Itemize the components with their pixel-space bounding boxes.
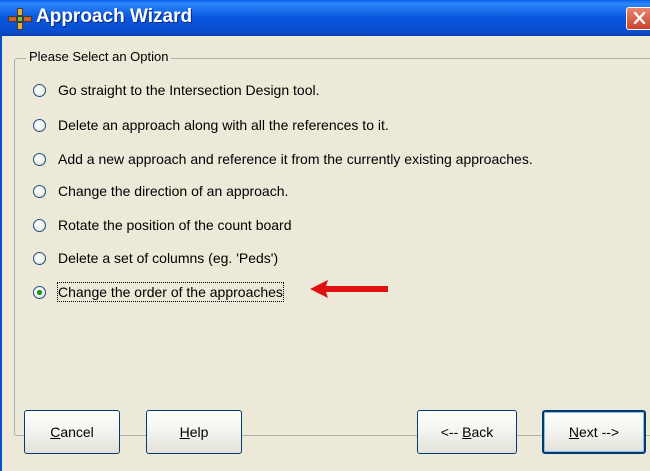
approach-wizard-window: Approach Wizard Please Select an Option …: [0, 0, 650, 471]
next-button[interactable]: Next -->: [542, 410, 646, 454]
radio-button[interactable]: [33, 185, 46, 198]
option-label: Change the direction of an approach.: [58, 183, 289, 199]
help-button[interactable]: Help: [146, 410, 242, 454]
cancel-button[interactable]: Cancel: [24, 410, 120, 454]
intersection-app-icon: [8, 8, 32, 30]
radio-button[interactable]: [33, 153, 46, 166]
option-label: Delete a set of columns (eg. 'Peds'): [58, 250, 279, 266]
radio-button[interactable]: [33, 84, 46, 97]
red-arrow-icon: [310, 280, 388, 298]
radio-button[interactable]: [33, 219, 46, 232]
groupbox-legend: Please Select an Option: [26, 49, 172, 64]
wizard-body: Please Select an Option Go straight to t…: [0, 36, 650, 471]
option-label: Delete an approach along with all the re…: [58, 117, 389, 133]
radio-button[interactable]: [33, 119, 46, 132]
option-label: Add a new approach and reference it from…: [58, 151, 533, 167]
back-button[interactable]: <-- Back: [417, 410, 517, 454]
title-bar[interactable]: Approach Wizard: [0, 0, 650, 36]
close-button[interactable]: [626, 7, 650, 30]
option-label: Change the order of the approaches: [57, 282, 284, 302]
window-title: Approach Wizard: [36, 6, 193, 27]
option-label: Rotate the position of the count board: [58, 217, 292, 233]
option-label: Go straight to the Intersection Design t…: [58, 82, 320, 98]
option-groupbox: [14, 58, 650, 436]
radio-button[interactable]: [33, 286, 46, 299]
close-icon: [633, 11, 646, 25]
radio-button[interactable]: [33, 252, 46, 265]
